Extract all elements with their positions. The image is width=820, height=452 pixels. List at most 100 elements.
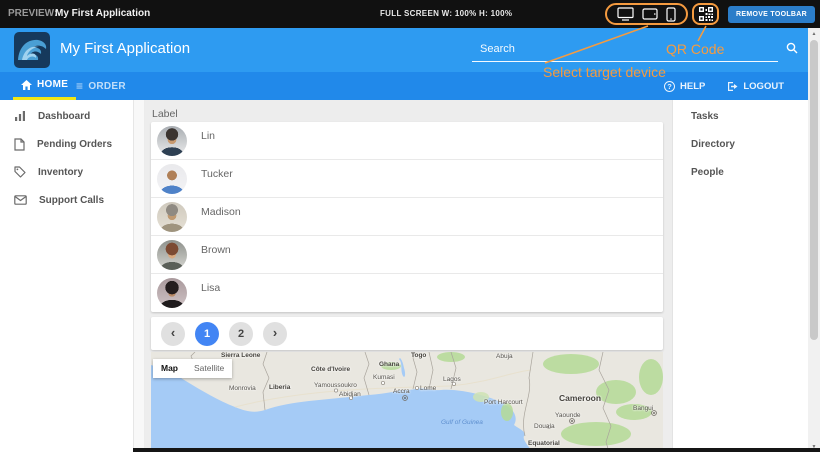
map-label: Yamoussoukro xyxy=(314,382,357,389)
sidebar-item-support-calls[interactable]: Support Calls xyxy=(0,186,133,214)
search-icon[interactable] xyxy=(786,42,798,54)
sidebar-item-inventory[interactable]: Inventory xyxy=(0,158,133,186)
chevron-right-icon: › xyxy=(273,325,277,342)
list-item[interactable]: Brown xyxy=(151,236,663,274)
avatar xyxy=(157,202,187,232)
preview-toolbar: PREVIEW: My First Application FULL SCREE… xyxy=(0,0,820,28)
map-label: Yaounde xyxy=(555,412,581,419)
sidebar-item-dashboard[interactable]: Dashboard xyxy=(0,102,133,130)
sidebar-item-label: Tasks xyxy=(691,111,719,122)
map-label: Bangui xyxy=(633,405,653,412)
tab-home[interactable]: HOME xyxy=(13,72,76,100)
desktop-icon[interactable] xyxy=(617,7,634,21)
app-logo-icon xyxy=(14,32,50,68)
qr-code-icon[interactable] xyxy=(699,7,713,21)
phone-icon[interactable] xyxy=(666,7,676,22)
person-name: Madison xyxy=(201,206,241,218)
map-label: Sierra Leone xyxy=(221,352,260,359)
person-name: Lin xyxy=(201,130,215,142)
chevron-left-icon: ‹ xyxy=(171,325,175,342)
scroll-up-icon[interactable]: ▲ xyxy=(808,31,820,37)
qr-code-highlight xyxy=(692,3,719,25)
page-scrollbar[interactable]: ▲ ▼ xyxy=(808,28,820,452)
people-list: Lin Tucker Madison Brown Lisa xyxy=(151,122,663,312)
sidebar-item-tasks[interactable]: Tasks xyxy=(673,102,809,130)
map-type-control: Map Satellite xyxy=(153,359,232,378)
app-navbar: HOME ≡ ORDER ? HELP LOGOUT xyxy=(0,72,808,100)
remove-toolbar-button[interactable]: REMOVE TOOLBAR xyxy=(728,6,815,23)
list-item[interactable]: Lisa xyxy=(151,274,663,312)
map-label: Ghana xyxy=(379,361,399,368)
map-label: Côte d'Ivoire xyxy=(311,366,350,373)
tab-home-label: HOME xyxy=(37,79,68,90)
device-selector-highlight xyxy=(605,3,688,25)
main-content: Label Lin Tucker Madison Brown Lisa xyxy=(145,100,672,452)
map-label: Lome xyxy=(420,385,436,392)
pagination-next-button[interactable]: › xyxy=(263,322,287,346)
map-view[interactable]: Sierra Leone Côte d'Ivoire Ghana Togo Ab… xyxy=(151,352,663,452)
sidebar-item-label: Inventory xyxy=(38,167,83,178)
avatar xyxy=(157,164,187,194)
tablet-icon[interactable] xyxy=(642,8,658,20)
pagination-page-2[interactable]: 2 xyxy=(229,322,253,346)
map-type-map-button[interactable]: Map xyxy=(153,359,186,378)
preview-label: PREVIEW: xyxy=(8,8,57,19)
pagination-prev-button[interactable]: ‹ xyxy=(161,322,185,346)
left-sidebar: Dashboard Pending Orders Inventory Suppo… xyxy=(0,100,133,452)
list-icon: ≡ xyxy=(76,79,83,93)
help-label: HELP xyxy=(680,81,705,92)
person-name: Tucker xyxy=(201,168,233,180)
right-sidebar: Tasks Directory People xyxy=(672,100,808,452)
sidebar-item-label: Pending Orders xyxy=(37,139,112,150)
sidebar-item-directory[interactable]: Directory xyxy=(673,130,809,158)
window-bottom-edge xyxy=(133,448,820,452)
sidebar-item-people[interactable]: People xyxy=(673,158,809,186)
scrollbar-thumb[interactable] xyxy=(810,40,818,340)
fullscreen-size-label: FULL SCREEN W: 100% H: 100% xyxy=(380,9,512,18)
map-label: Togo xyxy=(411,352,426,359)
sidebar-item-label: Dashboard xyxy=(38,111,90,122)
map-label: Lagos xyxy=(443,376,461,383)
list-item[interactable]: Tucker xyxy=(151,160,663,198)
sidebar-item-pending-orders[interactable]: Pending Orders xyxy=(0,130,133,158)
help-icon: ? xyxy=(664,81,675,92)
map-label: Cameroon xyxy=(559,393,601,403)
document-icon xyxy=(14,138,25,151)
map-label: Gulf of Guinea xyxy=(441,419,483,426)
tab-order-label: ORDER xyxy=(88,81,126,92)
search-input[interactable]: Search xyxy=(472,40,778,62)
app-preview-window: PREVIEW: My First Application FULL SCREE… xyxy=(0,0,820,452)
map-type-satellite-button[interactable]: Satellite xyxy=(186,359,232,378)
help-link[interactable]: ? HELP xyxy=(664,81,705,92)
logout-label: LOGOUT xyxy=(743,81,784,92)
avatar xyxy=(157,126,187,156)
sidebar-item-label: Support Calls xyxy=(39,195,104,206)
map-label: Monrovia xyxy=(229,385,256,392)
pagination: ‹ 1 2 › xyxy=(151,317,663,350)
tag-icon xyxy=(14,166,26,178)
map-label: Accra xyxy=(393,388,410,395)
map-label: Abidjan xyxy=(339,391,361,398)
list-item[interactable]: Madison xyxy=(151,198,663,236)
preview-app-name: My First Application xyxy=(55,8,150,19)
sidebar-item-label: Directory xyxy=(691,139,735,150)
list-header: Label xyxy=(152,108,178,120)
map-label: Kumasi xyxy=(373,374,395,381)
content-scrollbar-track[interactable] xyxy=(133,100,145,452)
map-label: Douala xyxy=(534,423,555,430)
person-name: Lisa xyxy=(201,282,220,294)
pagination-page-1[interactable]: 1 xyxy=(195,322,219,346)
tab-order[interactable]: ≡ ORDER xyxy=(68,72,134,100)
map-label: Equatorial xyxy=(528,440,560,447)
sidebar-item-label: People xyxy=(691,167,724,178)
home-icon xyxy=(21,80,32,90)
app-header: My First Application Search xyxy=(0,28,808,72)
map-label: Liberia xyxy=(269,384,290,391)
map-label: Port Harcourt xyxy=(484,399,523,406)
list-item[interactable]: Lin xyxy=(151,122,663,160)
search-placeholder: Search xyxy=(480,43,515,55)
map-label: Abuja xyxy=(496,353,513,360)
logout-link[interactable]: LOGOUT xyxy=(727,81,784,92)
app-title: My First Application xyxy=(60,40,190,57)
bar-chart-icon xyxy=(14,110,26,122)
